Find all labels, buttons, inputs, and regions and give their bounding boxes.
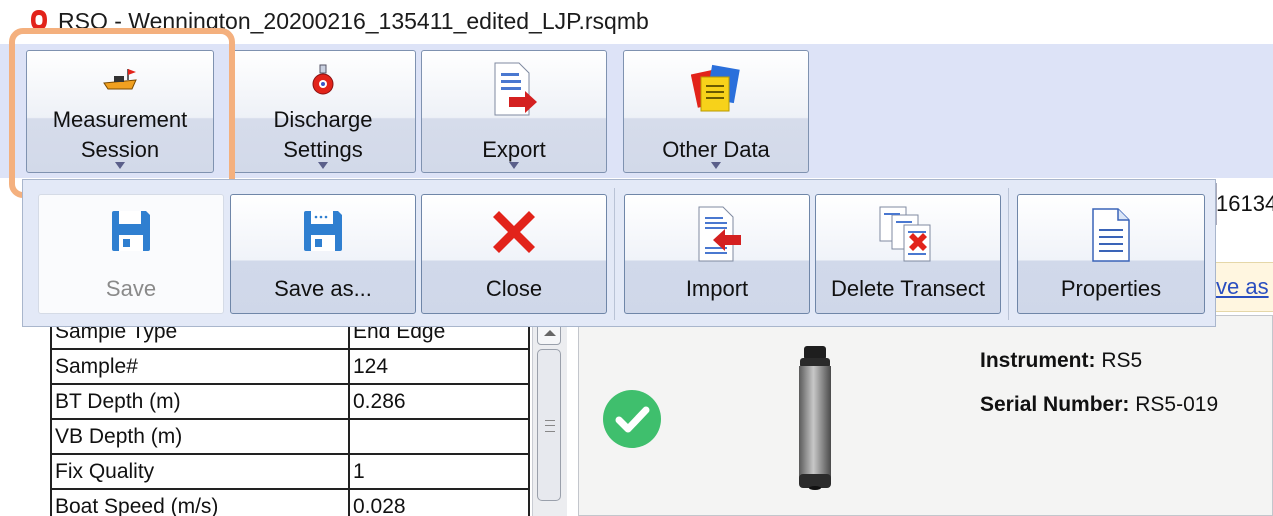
separator (1008, 188, 1009, 320)
table-row: BT Depth (m) 0.286 (50, 383, 530, 420)
dropdown-arrow-icon (318, 162, 328, 169)
table-scrollbar[interactable] (532, 315, 567, 516)
table-cell-key: Boat Speed (m/s) (50, 488, 350, 516)
other-data-button[interactable]: Other Data (623, 50, 809, 173)
instrument-value: RS5 (1101, 349, 1143, 372)
serial-number-label: Serial Number: (980, 393, 1130, 416)
serial-number-value: RS5-019 (1135, 393, 1219, 416)
save-icon (112, 211, 150, 251)
grip-icon (545, 420, 555, 432)
highlight-box (9, 28, 235, 198)
discharge-settings-label-1: Discharge (273, 107, 373, 132)
import-label: Import (685, 276, 749, 301)
save-as-button[interactable]: Save as... (230, 194, 416, 314)
partial-save-as-link[interactable]: ve as (1216, 262, 1273, 312)
other-data-label: Other Data (662, 137, 770, 162)
table-cell-value: 0.028 (348, 488, 530, 516)
properties-button[interactable]: Properties (1017, 194, 1205, 314)
settings-flask-icon (312, 64, 334, 95)
delete-transect-button[interactable]: Delete Transect (815, 194, 1001, 314)
instrument-label: Instrument: (980, 349, 1096, 372)
status-check-icon (603, 390, 661, 448)
properties-label: Properties (1060, 276, 1162, 301)
table-cell-key: VB Depth (m) (50, 418, 350, 455)
import-button[interactable]: Import (624, 194, 810, 314)
discharge-settings-button[interactable]: Discharge Settings (230, 50, 416, 173)
save-as-label: Save as... (274, 276, 372, 301)
scroll-thumb[interactable] (537, 349, 561, 501)
discharge-settings-label-2: Settings (283, 137, 363, 162)
close-label: Close (485, 276, 543, 301)
table-cell-key: BT Depth (m) (50, 383, 350, 420)
table-cell-value: 124 (348, 348, 530, 385)
save-button[interactable]: Save (38, 194, 224, 314)
measurement-session-dropdown: Save Save as... Close Import Delete Tran… (22, 179, 1216, 327)
table-row: Boat Speed (m/s) 0.028 (50, 488, 530, 516)
table-cell-value (348, 418, 530, 455)
instrument-row: Instrument: RS5 (980, 349, 1142, 373)
close-icon (493, 211, 535, 253)
dropdown-arrow-icon (711, 162, 721, 169)
table-cell-key: Sample# (50, 348, 350, 385)
sample-properties-table: Sample Type End Edge Sample# 124 BT Dept… (50, 315, 532, 516)
properties-icon (1092, 208, 1130, 262)
dropdown-arrow-icon (509, 162, 519, 169)
table-row: Sample# 124 (50, 348, 530, 385)
delete-transect-icon (879, 206, 931, 262)
table-cell-value: 1 (348, 453, 530, 490)
delete-transect-label: Delete Transect (830, 276, 986, 301)
table-cell-value: 0.286 (348, 383, 530, 420)
export-icon (494, 62, 537, 116)
separator (614, 188, 615, 320)
table-row: VB Depth (m) (50, 418, 530, 455)
table-row: Fix Quality 1 (50, 453, 530, 490)
save-as-icon (304, 211, 342, 251)
instrument-device-icon (799, 346, 831, 490)
export-button[interactable]: Export (421, 50, 607, 173)
save-label: Save (105, 276, 157, 301)
table-cell-key: Fix Quality (50, 453, 350, 490)
import-icon (698, 206, 741, 262)
serial-number-row: Serial Number: RS5-019 (980, 393, 1218, 417)
export-label: Export (482, 137, 546, 162)
close-button[interactable]: Close (421, 194, 607, 314)
notes-icon (691, 64, 740, 112)
partial-number: 16134 (1216, 191, 1273, 216)
